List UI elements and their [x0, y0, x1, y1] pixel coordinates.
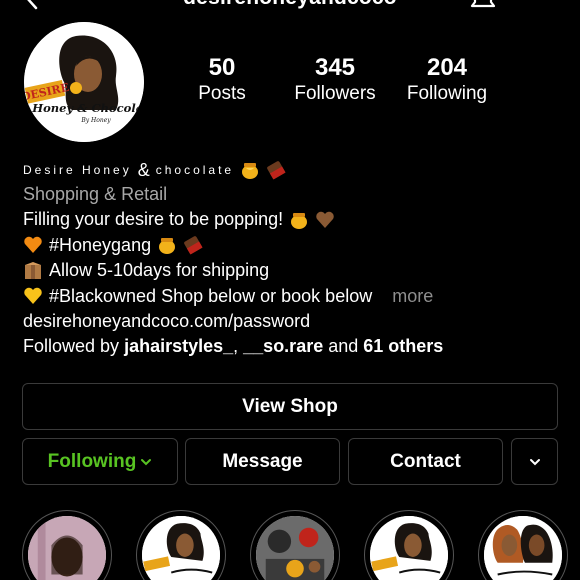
top-bar: desirehoneyandcoco — [0, 0, 580, 14]
package-emoji — [25, 261, 41, 279]
bio-line-1: Filling your desire to be popping! — [23, 207, 563, 232]
bio-line-2: #Honeygang — [23, 233, 563, 258]
highlight-cover-collage — [256, 516, 334, 580]
bio-line-3-text: Allow 5-10days for shipping — [49, 260, 270, 281]
story-highlight[interactable] — [364, 510, 454, 580]
story-highlight[interactable] — [136, 510, 226, 580]
highlight-cover-logo — [142, 516, 220, 580]
bio-line-1-text: Filling your desire to be popping! — [23, 209, 284, 230]
highlight-cover-logo — [370, 516, 448, 580]
profile-avatar[interactable]: DESIRE Honey & Chocolate By Honey — [24, 22, 144, 142]
following-stat[interactable]: 204 Following — [387, 54, 507, 106]
chevron-down-icon — [529, 458, 540, 465]
bio-website-link[interactable]: desirehoneyandcoco.com/password — [23, 309, 563, 334]
followers-count: 345 — [314, 54, 356, 81]
followed-by-prefix: Followed by — [23, 336, 125, 357]
honey-pot-emoji — [291, 213, 308, 230]
following-label: Following — [406, 83, 488, 104]
profile-category: Shopping & Retail — [23, 184, 168, 204]
honey-pot-emoji — [242, 163, 259, 179]
brown-heart-emoji — [316, 211, 334, 229]
bio-line-4-text: #Blackowned Shop below or book below — [49, 285, 373, 306]
followed-by-others[interactable]: 61 others — [363, 334, 443, 359]
display-name: Desire Honey & chocolate — [23, 158, 563, 182]
following-button-label: Following — [47, 450, 137, 472]
display-name-part2: chocolate — [155, 163, 235, 177]
honey-pot-emoji — [159, 238, 176, 255]
posts-label: Posts — [198, 83, 246, 104]
following-count: 204 — [426, 54, 468, 81]
story-highlight[interactable] — [250, 510, 340, 580]
followed-by-and: and — [323, 336, 364, 357]
story-highlight[interactable] — [478, 510, 568, 580]
followers-stat[interactable]: 345 Followers — [275, 54, 395, 106]
display-name-amp: & — [137, 159, 150, 180]
followed-by-sep: , — [233, 336, 244, 357]
story-highlight[interactable] — [22, 510, 112, 580]
posts-stat[interactable]: 50 Posts — [162, 54, 282, 106]
view-shop-button[interactable]: View Shop — [22, 383, 558, 430]
highlight-cover-logo-duo — [484, 516, 562, 580]
message-button[interactable]: Message — [185, 438, 340, 485]
avatar-brand-text: Honey & Chocolate — [31, 101, 144, 115]
following-button[interactable]: Following — [22, 438, 178, 485]
suggested-accounts-button[interactable] — [511, 438, 558, 485]
followed-by[interactable]: Followed by jahairstyles_ , __so.rare an… — [23, 334, 563, 359]
contact-button[interactable]: Contact — [348, 438, 503, 485]
profile-bio: Desire Honey & chocolate Shopping & Reta… — [23, 158, 563, 360]
bell-icon[interactable] — [468, 0, 498, 10]
yellow-heart-emoji — [24, 288, 42, 305]
chocolate-emoji — [267, 161, 286, 180]
chocolate-emoji — [184, 236, 203, 256]
display-name-part1: Desire Honey — [23, 163, 132, 177]
orange-heart-emoji — [24, 237, 42, 254]
avatar-by-text: By Honey — [80, 117, 111, 124]
bio-line-2-text: #Honeygang — [49, 234, 152, 255]
posts-count: 50 — [208, 54, 236, 81]
bio-line-3: Allow 5-10days for shipping — [23, 258, 563, 283]
followed-by-user-2[interactable]: __so.rare — [243, 334, 323, 359]
highlight-cover-photo — [28, 516, 106, 580]
followers-label: Followers — [294, 83, 376, 104]
bio-line-4: #Blackowned Shop below or book below mor… — [23, 284, 563, 309]
followed-by-user-1[interactable]: jahairstyles_ — [124, 334, 233, 359]
chevron-down-icon — [141, 458, 152, 465]
bio-more-link[interactable]: more — [392, 284, 433, 309]
